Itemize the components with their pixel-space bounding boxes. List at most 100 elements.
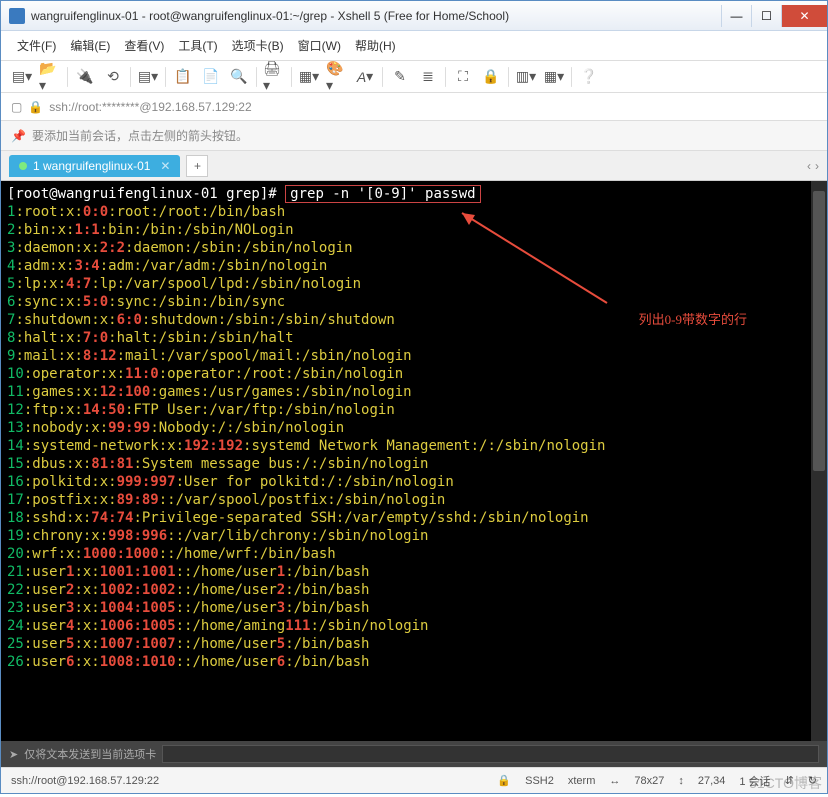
terminal-output-line: 1:root:x:0:0:root:/root:/bin/bash [7,203,821,221]
terminal-output-line: 2:bin:x:1:1:bin:/bin:/sbin/NOLogin [7,221,821,239]
address-bar: ▢ 🔒 ssh://root:********@192.168.57.129:2… [1,93,827,121]
properties-icon[interactable]: ▤▾ [137,66,159,88]
hint-bar: 📌 要添加当前会话，点击左侧的箭头按钮。 [1,121,827,151]
terminal-output-line: 18:sshd:x:74:74:Privilege-separated SSH:… [7,509,821,527]
address-text[interactable]: ssh://root:********@192.168.57.129:22 [49,100,251,114]
terminal-output-line: 17:postfix:x:89:89::/var/spool/postfix:/… [7,491,821,509]
reconnect-icon[interactable]: 🔌 [74,66,96,88]
maximize-button[interactable]: ☐ [751,5,781,27]
add-tab-button[interactable]: + [186,155,208,177]
hint-text: 要添加当前会话，点击左侧的箭头按钮。 [32,127,248,144]
terminal-output-line: 6:sync:x:5:0:sync:/sbin:/bin/sync [7,293,821,311]
layout-icon[interactable]: ▦▾ [298,66,320,88]
window-title: wangruifenglinux-01 - root@wangruifengli… [31,9,721,23]
status-size: 78x27 [634,775,664,787]
terminal-output-line: 23:user3:x:1004:1005::/home/user3:/bin/b… [7,599,821,617]
color-icon[interactable]: 🎨▾ [326,66,348,88]
terminal-output-line: 14:systemd-network:x:192:192:systemd Net… [7,437,821,455]
status-term: xterm [568,775,596,787]
status-cursor: 27,34 [698,775,726,787]
terminal-output-line: 15:dbus:x:81:81:System message bus:/:/sb… [7,455,821,473]
terminal-output-line: 21:user1:x:1001:1001::/home/user1:/bin/b… [7,563,821,581]
separator [445,67,446,87]
tab-bar: 1 wangruifenglinux-01 ✕ + ‹ › [1,151,827,181]
tab-close-icon[interactable]: ✕ [160,159,170,173]
terminal-output-line: 11:games:x:12:100:games:/usr/games:/sbin… [7,383,821,401]
minimize-button[interactable]: — [721,5,751,27]
new-tab-icon[interactable]: ▢ [11,100,22,114]
separator [508,67,509,87]
toolbar: ▤▾ 📂▾ 🔌 ⟲ ▤▾ 📋 📄 🔍 🖨▾ ▦▾ 🎨▾ A▾ ✎ ≣ ⛶ 🔒 ▥… [1,61,827,93]
status-dot-icon [19,162,27,170]
menu-edit[interactable]: 编辑(E) [70,37,110,54]
window-buttons: — ☐ ✕ [721,5,827,27]
terminal-output-line: 19:chrony:x:998:996::/var/lib/chrony:/sb… [7,527,821,545]
menu-view[interactable]: 查看(V) [124,37,164,54]
fullscreen-icon[interactable]: ⛶ [452,66,474,88]
separator [67,67,68,87]
help-icon[interactable]: ❔ [578,66,600,88]
annotation-text: 列出0-9带数字的行 [639,311,747,329]
terminal-output-line: 4:adm:x:3:4:adm:/var/adm:/sbin/nologin [7,257,821,275]
print-icon[interactable]: 🖨▾ [263,66,285,88]
menu-file[interactable]: 文件(F) [17,37,56,54]
status-ssh: SSH2 [525,775,554,787]
terminal-output-line: 16:polkitd:x:999:997:User for polkitd:/:… [7,473,821,491]
separator [130,67,131,87]
terminal-output-line: 22:user2:x:1002:1002::/home/user2:/bin/b… [7,581,821,599]
tab-nav: ‹ › [807,159,819,173]
lock-icon[interactable]: 🔒 [480,66,502,88]
find-icon[interactable]: 🔍 [228,66,250,88]
session-tab[interactable]: 1 wangruifenglinux-01 ✕ [9,155,180,177]
app-icon [9,8,25,24]
tab-next-icon[interactable]: › [815,159,819,173]
arrange-icon[interactable]: ▦▾ [543,66,565,88]
disconnect-icon[interactable]: ⟲ [102,66,124,88]
status-bar: ssh://root@192.168.57.129:22 🔒 SSH2 xter… [1,767,827,793]
terminal-output-line: 25:user5:x:1007:1007::/home/user5:/bin/b… [7,635,821,653]
lock-icon: 🔒 [28,100,43,114]
terminal-output-line: 3:daemon:x:2:2:daemon:/sbin:/sbin/nologi… [7,239,821,257]
open-icon[interactable]: 📂▾ [39,66,61,88]
terminal-output-line: 5:lp:x:4:7:lp:/var/spool/lpd:/sbin/nolog… [7,275,821,293]
watermark: 51CTO博客 [749,773,822,793]
scrollbar-thumb[interactable] [813,191,825,471]
terminal-output-line: 20:wrf:x:1000:1000::/home/wrf:/bin/bash [7,545,821,563]
highlight-icon[interactable]: ✎ [389,66,411,88]
separator [291,67,292,87]
size-icon: ↔ [609,775,620,787]
tab-label: 1 wangruifenglinux-01 [33,159,150,173]
menu-tools[interactable]: 工具(T) [178,37,217,54]
terminal-output-line: 13:nobody:x:99:99:Nobody:/:/sbin/nologin [7,419,821,437]
titlebar[interactable]: wangruifenglinux-01 - root@wangruifengli… [1,1,827,31]
copy-icon[interactable]: 📋 [172,66,194,88]
menu-tabs[interactable]: 选项卡(B) [232,37,284,54]
terminal-output-line: 12:ftp:x:14:50:FTP User:/var/ftp:/sbin/n… [7,401,821,419]
cursor-icon: ↕ [678,775,684,787]
close-button[interactable]: ✕ [781,5,827,27]
paste-icon[interactable]: 📄 [200,66,222,88]
annotation-arrow-icon [447,203,617,313]
ssh-lock-icon: 🔒 [497,774,511,787]
separator [165,67,166,87]
terminal-output-line: 24:user4:x:1006:1005::/home/aming111:/sb… [7,617,821,635]
send-input[interactable] [162,745,819,763]
terminal[interactable]: [root@wangruifenglinux-01 grep]# grep -n… [1,181,827,741]
new-session-icon[interactable]: ▤▾ [11,66,33,88]
menubar: 文件(F) 编辑(E) 查看(V) 工具(T) 选项卡(B) 窗口(W) 帮助(… [1,31,827,61]
terminal-output-line: 8:halt:x:7:0:halt:/sbin:/sbin/halt [7,329,821,347]
separator [382,67,383,87]
terminal-scrollbar[interactable] [811,181,827,741]
pin-icon[interactable]: 📌 [11,129,26,143]
terminal-prompt-line: [root@wangruifenglinux-01 grep]# grep -n… [7,185,821,203]
font-icon[interactable]: A▾ [354,66,376,88]
tab-prev-icon[interactable]: ‹ [807,159,811,173]
menu-window[interactable]: 窗口(W) [298,37,341,54]
script-icon[interactable]: ≣ [417,66,439,88]
send-bar: ➤ 仅将文本发送到当前选项卡 [1,741,827,767]
terminal-output-line: 9:mail:x:8:12:mail:/var/spool/mail:/sbin… [7,347,821,365]
terminal-output-line: 10:operator:x:11:0:operator:/root:/sbin/… [7,365,821,383]
tile-icon[interactable]: ▥▾ [515,66,537,88]
send-arrow-icon[interactable]: ➤ [9,748,18,761]
menu-help[interactable]: 帮助(H) [355,37,396,54]
